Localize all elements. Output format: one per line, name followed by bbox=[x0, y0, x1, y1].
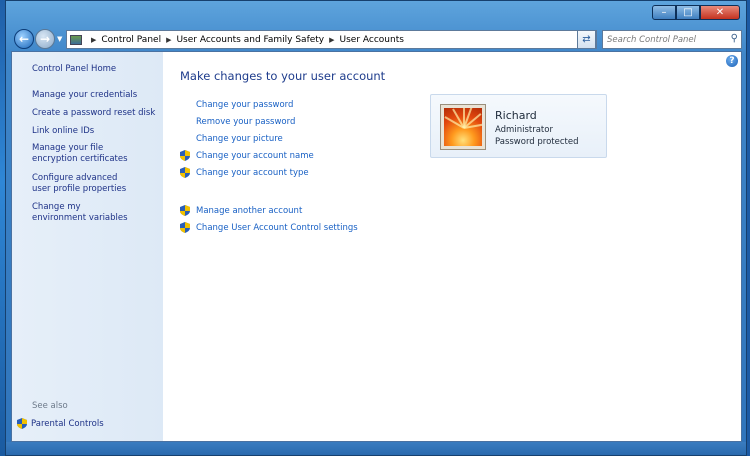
search-input[interactable] bbox=[607, 32, 725, 47]
refresh-icon: ⇄ bbox=[582, 34, 591, 45]
close-button[interactable]: ✕ bbox=[700, 5, 740, 20]
caption-buttons: – □ ✕ bbox=[652, 5, 740, 20]
search-icon[interactable]: ⚲ bbox=[731, 33, 738, 44]
back-button[interactable]: ← bbox=[14, 29, 34, 49]
maximize-button[interactable]: □ bbox=[676, 5, 700, 20]
sidebar-item-advanced-profile[interactable]: Configure advanced user profile properti… bbox=[32, 173, 137, 195]
change-picture-link[interactable]: Change your picture bbox=[196, 134, 283, 145]
see-also-label: See also bbox=[32, 401, 68, 411]
sidebar-item-parental-controls[interactable]: Parental Controls bbox=[17, 418, 104, 429]
page-title: Make changes to your user account bbox=[180, 69, 386, 83]
sidebar-item-password-reset-disk[interactable]: Create a password reset disk bbox=[32, 108, 157, 119]
sidebar-item-environment-variables[interactable]: Change my environment variables bbox=[32, 202, 137, 224]
breadcrumb-control-panel[interactable]: Control Panel bbox=[101, 35, 161, 45]
change-password-link[interactable]: Change your password bbox=[196, 100, 293, 111]
control-panel-icon bbox=[70, 34, 82, 45]
user-account-card: Richard Administrator Password protected bbox=[430, 94, 607, 158]
sidebar-item-link-online-ids[interactable]: Link online IDs bbox=[32, 126, 157, 137]
minimize-button[interactable]: – bbox=[652, 5, 676, 20]
content-area: Control Panel Home Manage your credentia… bbox=[11, 51, 742, 442]
task-pane: Control Panel Home Manage your credentia… bbox=[12, 52, 163, 441]
sidebar-item-file-encryption[interactable]: Manage your file encryption certificates bbox=[32, 143, 150, 165]
breadcrumb-user-accounts-family-safety[interactable]: User Accounts and Family Safety bbox=[176, 35, 324, 45]
change-account-type-link[interactable]: Change your account type bbox=[196, 168, 309, 179]
search-box[interactable]: ⚲ bbox=[602, 30, 742, 49]
minimize-icon: – bbox=[661, 7, 667, 18]
refresh-button[interactable]: ⇄ bbox=[577, 30, 596, 49]
sidebar-item-control-panel-home[interactable]: Control Panel Home bbox=[32, 64, 157, 75]
parental-controls-label: Parental Controls bbox=[31, 418, 104, 429]
breadcrumb-user-accounts[interactable]: User Accounts bbox=[340, 35, 404, 45]
back-arrow-icon: ← bbox=[18, 32, 30, 46]
change-account-name-link[interactable]: Change your account name bbox=[196, 151, 314, 162]
manage-another-account-link[interactable]: Manage another account bbox=[196, 206, 302, 217]
breadcrumb-chevron-icon[interactable]: ▶ bbox=[329, 36, 334, 44]
explorer-window: – □ ✕ ← → ▼ ▶ Control Panel ▶ User Accou… bbox=[5, 0, 747, 456]
user-name: Richard bbox=[495, 109, 537, 122]
uac-shield-icon bbox=[180, 222, 190, 233]
help-icon[interactable]: ? bbox=[726, 55, 738, 67]
close-icon: ✕ bbox=[715, 7, 725, 18]
breadcrumb-chevron-icon[interactable]: ▶ bbox=[91, 36, 96, 44]
address-bar[interactable]: ▶ Control Panel ▶ User Accounts and Fami… bbox=[66, 30, 597, 49]
remove-password-link[interactable]: Remove your password bbox=[196, 117, 295, 128]
window-bottom-border bbox=[6, 442, 746, 455]
breadcrumb-chevron-icon[interactable]: ▶ bbox=[166, 36, 171, 44]
forward-button[interactable]: → bbox=[35, 29, 55, 49]
user-password-status: Password protected bbox=[495, 137, 579, 147]
uac-shield-icon bbox=[180, 167, 190, 178]
sidebar-item-manage-credentials[interactable]: Manage your credentials bbox=[32, 90, 157, 101]
uac-shield-icon bbox=[180, 205, 190, 216]
uac-shield-icon bbox=[180, 150, 190, 161]
forward-arrow-icon: → bbox=[39, 32, 51, 46]
uac-settings-link[interactable]: Change User Account Control settings bbox=[196, 223, 358, 234]
uac-shield-icon bbox=[17, 418, 27, 429]
avatar bbox=[440, 104, 486, 150]
navigation-toolbar: ← → ▼ ▶ Control Panel ▶ User Accounts an… bbox=[11, 27, 742, 51]
user-role: Administrator bbox=[495, 125, 553, 135]
maximize-icon: □ bbox=[683, 7, 693, 18]
recent-pages-dropdown[interactable]: ▼ bbox=[57, 35, 62, 43]
